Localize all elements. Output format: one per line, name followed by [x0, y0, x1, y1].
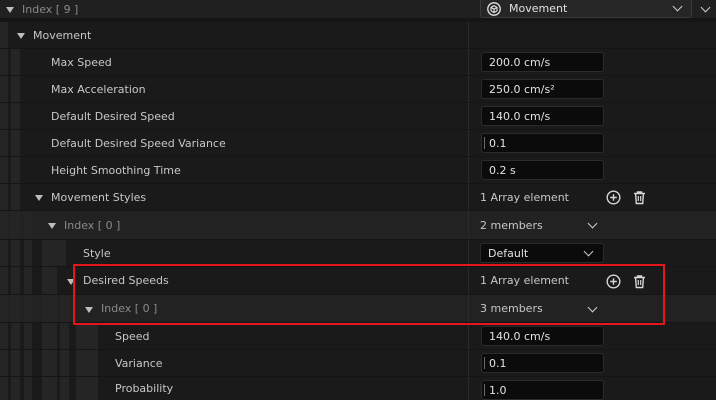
expand-triangle-icon[interactable] [85, 306, 93, 313]
default-desired-speed-row: Default Desired Speed 140.0 cm/s [0, 103, 716, 129]
max-speed-row: Max Speed 200.0 cm/s [0, 49, 716, 75]
variance-label: Variance [115, 356, 163, 370]
chevron-down-icon[interactable] [587, 218, 601, 232]
index-9-label: Index [ 9 ] [22, 2, 79, 16]
desired-speeds-index-0-group[interactable]: Index [ 0 ] [85, 295, 157, 322]
default-desired-speed-label: Default Desired Speed [51, 109, 175, 123]
add-element-icon[interactable] [605, 273, 621, 289]
desired-speeds-index-0-row: Index [ 0 ] 3 members [0, 295, 716, 322]
expand-triangle-icon[interactable] [6, 7, 14, 13]
desired-speeds-row: Desired Speeds 1 Array element [0, 267, 716, 294]
expand-triangle-icon[interactable] [48, 223, 56, 229]
trash-icon[interactable] [631, 273, 647, 289]
height-smoothing-time-label: Height Smoothing Time [51, 163, 181, 177]
max-acceleration-row: Max Acceleration 250.0 cm/s² [0, 76, 716, 102]
style-dropdown-value: Default [488, 246, 529, 260]
probability-field[interactable]: 1.0 [481, 380, 604, 400]
height-smoothing-time-field[interactable]: 0.2 s [481, 160, 604, 180]
chevron-down-icon [583, 246, 594, 256]
movement-type-icon [487, 1, 501, 16]
max-speed-field[interactable]: 200.0 cm/s [481, 52, 604, 72]
probability-row: Probability 1.0 [0, 377, 716, 400]
movement-group[interactable]: Movement [17, 22, 91, 48]
chevron-down-icon[interactable] [700, 2, 714, 16]
movement-label: Movement [33, 28, 92, 42]
chevron-down-icon[interactable] [587, 302, 601, 316]
desired-speeds-summary: 1 Array element [480, 274, 569, 287]
speed-label: Speed [115, 329, 150, 343]
trash-icon[interactable] [631, 189, 647, 205]
desired-speeds-index-0-label: Index [ 0 ] [101, 302, 158, 315]
type-dropdown-value: Movement [509, 2, 568, 15]
type-dropdown[interactable]: Movement [480, 0, 692, 18]
movement-styles-index-0-group[interactable]: Index [ 0 ] [48, 211, 120, 239]
expand-triangle-icon[interactable] [67, 278, 75, 285]
chevron-down-icon [672, 1, 685, 12]
style-dropdown[interactable]: Default [480, 243, 604, 263]
movement-row: Movement [0, 22, 716, 48]
expand-triangle-icon[interactable] [17, 33, 25, 39]
default-desired-speed-variance-field[interactable]: 0.1 [481, 133, 604, 153]
default-desired-speed-variance-label: Default Desired Speed Variance [51, 136, 226, 150]
default-desired-speed-variance-row: Default Desired Speed Variance 0.1 [0, 130, 716, 156]
probability-label: Probability [115, 382, 174, 395]
desired-speeds-index-0-summary: 3 members [480, 302, 543, 315]
height-smoothing-time-row: Height Smoothing Time 0.2 s [0, 157, 716, 183]
movement-styles-row: Movement Styles 1 Array element [0, 184, 716, 210]
movement-styles-summary: 1 Array element [480, 190, 569, 204]
speed-field[interactable]: 140.0 cm/s [481, 326, 604, 346]
movement-styles-index-0-row: Index [ 0 ] 2 members [0, 211, 716, 239]
desired-speeds-label: Desired Speeds [83, 274, 169, 287]
movement-styles-index-0-summary: 2 members [480, 218, 543, 232]
index-9-label-group[interactable]: Index [ 9 ] [6, 0, 78, 18]
index-9-row: Index [ 9 ] Movement [0, 0, 716, 18]
style-label: Style [83, 246, 111, 260]
variance-field[interactable]: 0.1 [481, 353, 604, 373]
max-speed-label: Max Speed [51, 55, 112, 69]
add-element-icon[interactable] [605, 189, 621, 205]
speed-row: Speed 140.0 cm/s [0, 323, 716, 349]
variance-row: Variance 0.1 [0, 350, 716, 376]
max-acceleration-label: Max Acceleration [51, 82, 146, 96]
movement-styles-label: Movement Styles [51, 190, 147, 204]
movement-styles-index-0-label: Index [ 0 ] [64, 218, 121, 232]
expand-triangle-icon[interactable] [35, 195, 43, 201]
desired-speeds-group[interactable]: Desired Speeds [67, 267, 169, 294]
style-row: Style Default [0, 240, 716, 266]
max-acceleration-field[interactable]: 250.0 cm/s² [481, 79, 604, 99]
default-desired-speed-field[interactable]: 140.0 cm/s [481, 106, 604, 126]
movement-styles-group[interactable]: Movement Styles [35, 184, 146, 210]
